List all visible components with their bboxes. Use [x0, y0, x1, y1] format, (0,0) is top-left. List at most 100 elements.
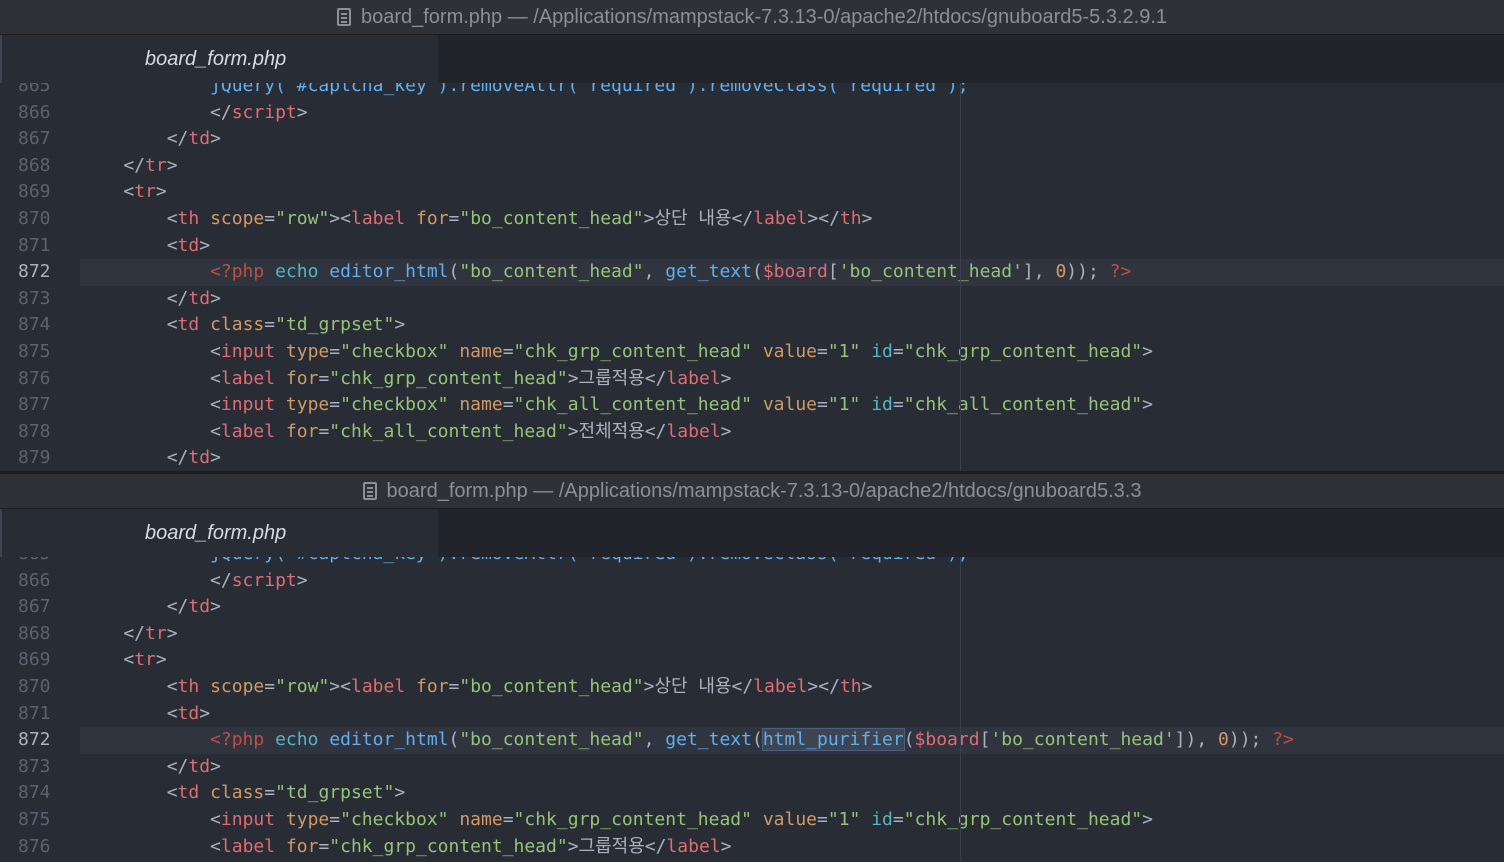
code-line[interactable]: 870 <th scope="row"><label for="bo_conte…: [0, 206, 1504, 233]
code-token: 0: [1218, 729, 1229, 751]
code-token: $board: [762, 261, 828, 283]
line-number: 875: [18, 808, 51, 830]
code-token: tr: [134, 649, 156, 671]
code-token: value: [762, 340, 817, 362]
line-number: 874: [18, 782, 51, 804]
code-token: >: [210, 128, 221, 150]
code-text: <label for="chk_all_content_head">전체적용</…: [80, 419, 731, 446]
code-line[interactable]: 869 <tr>: [0, 179, 1504, 206]
code-line[interactable]: 874 <td class="td_grpset">: [0, 780, 1504, 807]
title-bar[interactable]: board_form.php — /Applications/mampstack…: [0, 474, 1504, 509]
code-editor[interactable]: 865 jQuery("#captcha_key").removeAttr("r…: [0, 557, 1504, 862]
code-line[interactable]: 867 </td>: [0, 126, 1504, 153]
code-line[interactable]: 879 </td>: [0, 445, 1504, 471]
code-line[interactable]: 867 </td>: [0, 594, 1504, 621]
code-line[interactable]: 865 jQuery("#captcha_key").removeAttr("r…: [0, 557, 1504, 568]
code-line[interactable]: 875 <input type="checkbox" name="chk_grp…: [0, 807, 1504, 834]
code-line[interactable]: 872 <?php echo editor_html("bo_content_h…: [0, 259, 1504, 286]
code-line[interactable]: 871 <td>: [0, 701, 1504, 728]
line-number: 876: [18, 835, 51, 857]
code-line[interactable]: 874 <td class="td_grpset">: [0, 312, 1504, 339]
code-token: th: [177, 675, 200, 697]
code-line[interactable]: 875 <input type="checkbox" name="chk_grp…: [0, 339, 1504, 366]
code-line[interactable]: 871 <td>: [0, 233, 1504, 260]
code-line[interactable]: 873 </td>: [0, 286, 1504, 313]
code-token: type: [285, 340, 330, 362]
tab-bar: board_form.php: [0, 509, 1504, 557]
code-token: "td_grpset": [275, 782, 395, 804]
code-text: </tr>: [80, 621, 178, 648]
code-line[interactable]: 876 <label for="chk_grp_content_head">그룹…: [0, 834, 1504, 861]
code-token: "bo_content_head": [459, 207, 644, 229]
code-token: >: [296, 101, 308, 123]
code-line[interactable]: 870 <th scope="row"><label for="bo_conte…: [0, 674, 1504, 701]
code-token: ,: [643, 729, 666, 751]
code-token: =: [318, 367, 330, 389]
code-token: jQuery("#captcha_key").removeAttr("requi…: [210, 83, 969, 96]
code-token: label: [666, 835, 721, 857]
title-bar[interactable]: board_form.php — /Applications/mampstack…: [0, 0, 1504, 35]
code-line[interactable]: 872 <?php echo editor_html("bo_content_h…: [0, 727, 1504, 754]
code-token: >상단 내용</: [643, 207, 754, 229]
tab-board-form[interactable]: board_form.php: [0, 509, 438, 557]
line-number: 867: [18, 596, 51, 618]
code-text: <th scope="row"><label for="bo_content_h…: [80, 674, 873, 701]
tab-board-form[interactable]: board_form.php: [0, 35, 438, 83]
code-token: <?php: [210, 261, 265, 283]
code-token: </: [80, 622, 146, 644]
code-token: echo: [275, 261, 319, 283]
code-token: "bo_content_head": [459, 261, 644, 283]
code-text: <tr>: [80, 647, 166, 674]
code-token: =: [892, 808, 904, 830]
code-token: >: [155, 181, 167, 203]
code-line[interactable]: 868 </tr>: [0, 153, 1504, 180]
code-text: <input type="checkbox" name="chk_grp_con…: [80, 807, 1153, 834]
code-token: >: [1142, 340, 1153, 362]
line-number: 874: [18, 314, 51, 336]
code-token: tr: [145, 622, 167, 644]
code-token: input: [220, 340, 276, 362]
code-token: "1": [827, 340, 861, 362]
code-text: <?php echo editor_html("bo_content_head"…: [80, 727, 1294, 754]
code-token: <: [80, 835, 221, 857]
code-token: class: [210, 314, 265, 336]
code-token: id: [871, 394, 893, 416]
code-line[interactable]: 866 </script>: [0, 100, 1504, 127]
line-number: 876: [18, 367, 51, 389]
code-line[interactable]: 873 </td>: [0, 754, 1504, 781]
code-text: </script>: [80, 568, 308, 595]
code-token: [: [827, 261, 839, 283]
code-token: td: [188, 596, 211, 618]
code-line[interactable]: 869 <tr>: [0, 647, 1504, 674]
code-token: class: [210, 782, 265, 804]
code-token: type: [285, 394, 330, 416]
code-token: =: [502, 340, 514, 362]
code-token: "chk_all_content_head": [513, 394, 752, 416]
code-token: >: [166, 622, 178, 644]
code-token: label: [220, 420, 276, 442]
code-token: =: [892, 394, 904, 416]
code-token: "chk_all_content_head": [329, 420, 568, 442]
code-line[interactable]: 878 <label for="chk_all_content_head">전체…: [0, 419, 1504, 446]
code-line[interactable]: 868 </tr>: [0, 621, 1504, 648]
code-token: td: [188, 128, 211, 150]
code-line[interactable]: 876 <label for="chk_grp_content_head">그룹…: [0, 366, 1504, 393]
code-token: <: [80, 649, 135, 671]
code-token: >그룹적용</: [567, 835, 667, 857]
code-token: "checkbox": [340, 394, 449, 416]
code-token: <: [80, 314, 178, 336]
code-token: td: [177, 782, 200, 804]
code-editor[interactable]: 865 jQuery("#captcha_key").removeAttr("r…: [0, 83, 1504, 471]
line-number: 878: [18, 420, 51, 442]
code-token: script: [231, 101, 297, 123]
code-text: </td>: [80, 754, 221, 781]
code-line[interactable]: 866 </script>: [0, 568, 1504, 595]
code-text: <input type="checkbox" name="chk_grp_con…: [80, 339, 1153, 366]
code-line[interactable]: 877 <input type="checkbox" name="chk_all…: [0, 392, 1504, 419]
code-line[interactable]: 865 jQuery("#captcha_key").removeAttr("r…: [0, 83, 1504, 100]
